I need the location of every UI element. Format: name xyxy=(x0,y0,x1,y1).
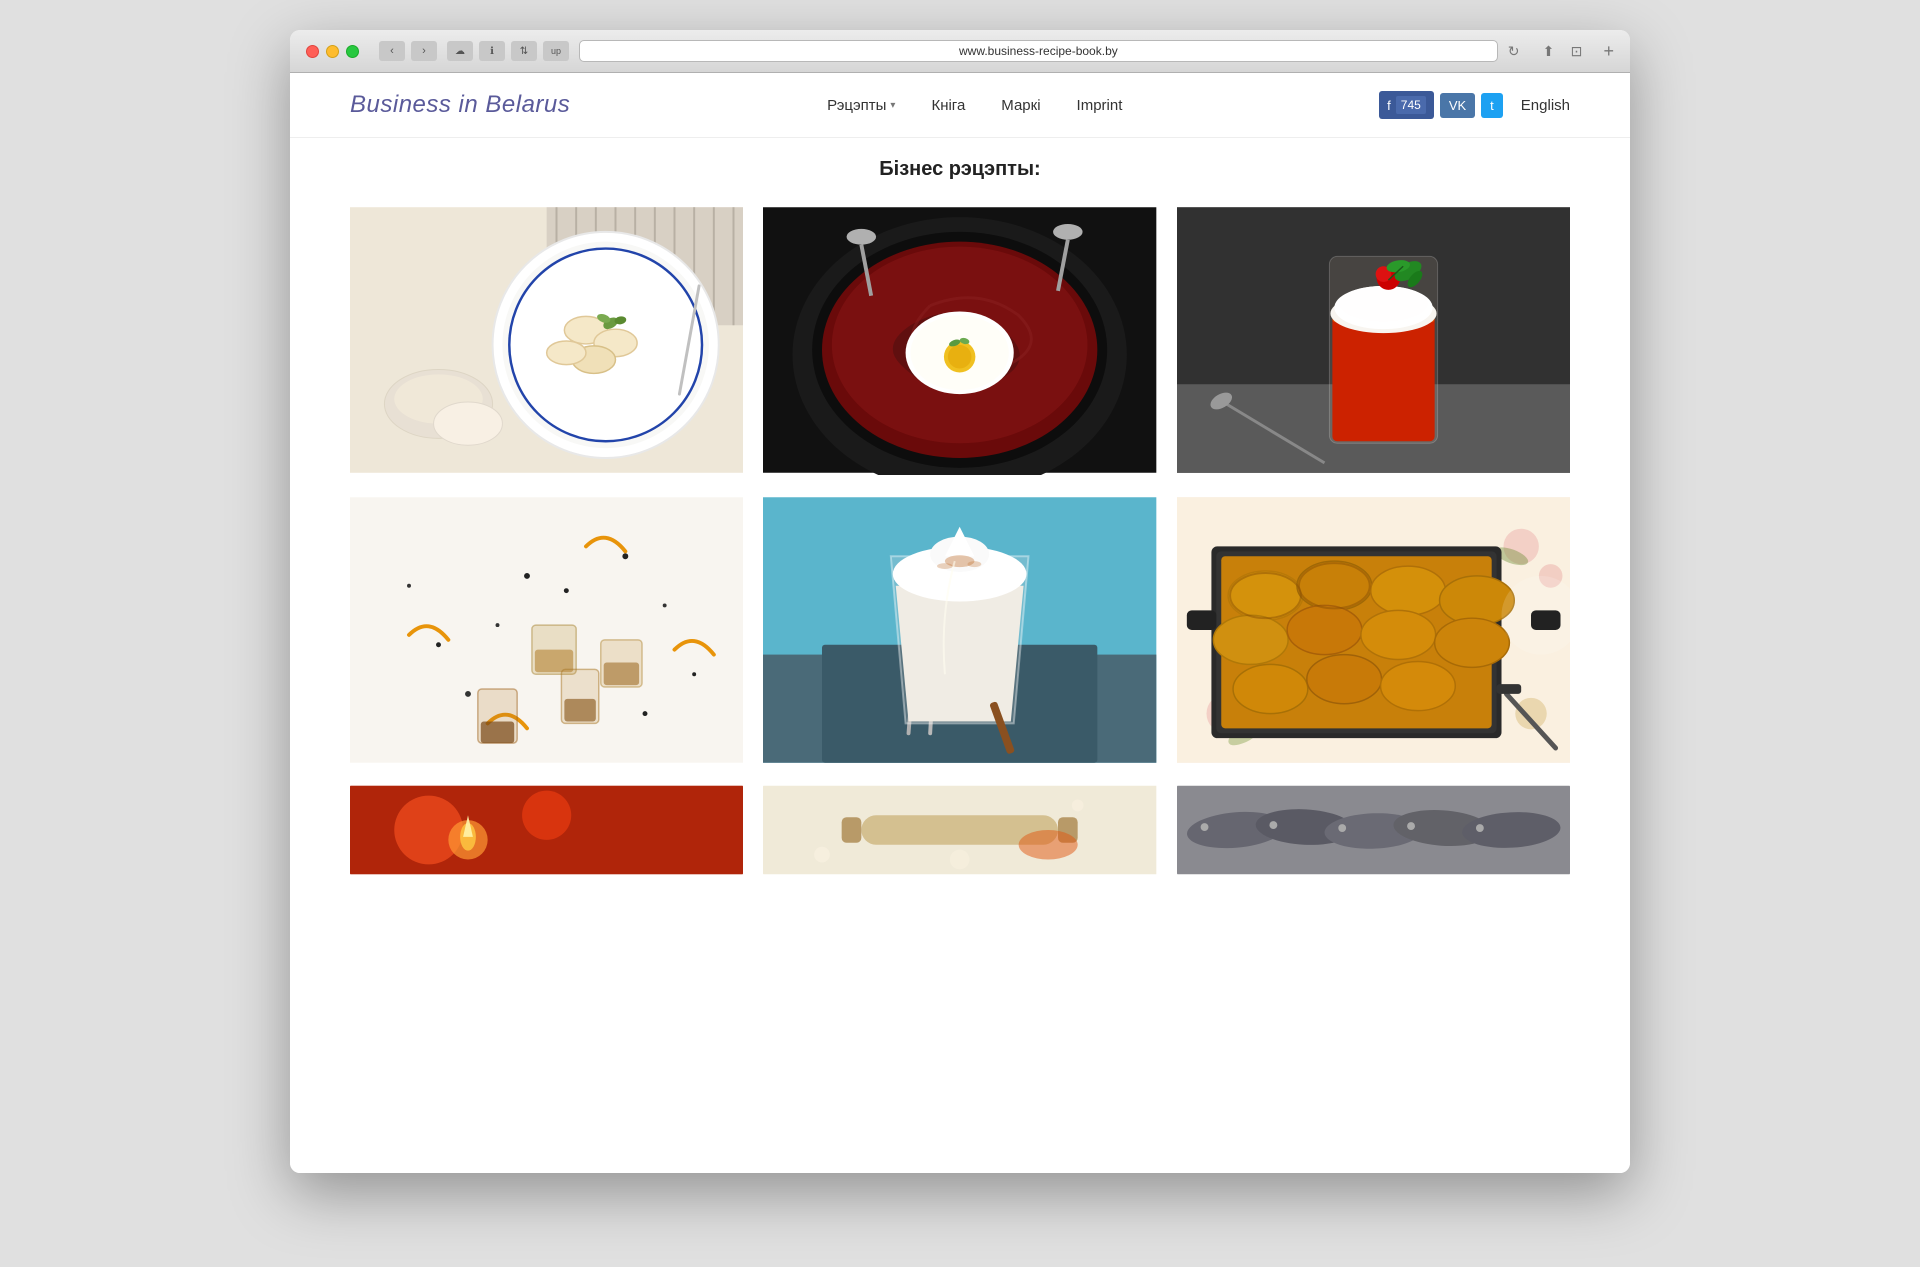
refresh-button[interactable]: ↻ xyxy=(1508,43,1520,60)
recipe-card-6[interactable] xyxy=(1177,495,1570,765)
minimize-window-button[interactable] xyxy=(326,45,339,58)
social-bar: f 745 VK t English xyxy=(1379,91,1570,119)
partial-image-2 xyxy=(763,785,1156,875)
recipe-card-3[interactable] xyxy=(1177,205,1570,475)
language-switcher[interactable]: English xyxy=(1521,97,1570,114)
recipe-grid xyxy=(350,205,1570,765)
browser-window: ‹ › ☁ ℹ ⇅ up www.business-recipe-book.by… xyxy=(290,30,1630,1173)
twitter-icon: t xyxy=(1490,98,1494,113)
twitter-button[interactable]: t xyxy=(1481,93,1503,118)
page-content: Business in Belarus Рэцэпты ▾ Кніга Марк… xyxy=(290,73,1630,1173)
site-navigation: Рэцэпты ▾ Кніга Маркі Imprint xyxy=(827,97,1122,114)
back-button[interactable]: ‹ xyxy=(379,41,405,61)
dropdown-arrow: ▾ xyxy=(890,100,895,111)
nav-imprint[interactable]: Imprint xyxy=(1077,97,1123,114)
recipe-image-2 xyxy=(763,205,1156,475)
nav-recipes[interactable]: Рэцэпты ▾ xyxy=(827,97,895,114)
main-content: Бізнес рэцэпты: xyxy=(290,138,1630,915)
partial-image-1 xyxy=(350,785,743,875)
facebook-count: 745 xyxy=(1396,96,1426,114)
nav-marks[interactable]: Маркі xyxy=(1001,97,1040,114)
forward-button[interactable]: › xyxy=(411,41,437,61)
recipe-card-5[interactable] xyxy=(763,495,1156,765)
recipe-image-6 xyxy=(1177,495,1570,765)
site-header: Business in Belarus Рэцэпты ▾ Кніга Марк… xyxy=(290,73,1630,138)
address-bar[interactable]: www.business-recipe-book.by xyxy=(579,40,1498,62)
traffic-lights xyxy=(306,45,359,58)
share-page-button[interactable]: ⬆ xyxy=(1537,41,1559,61)
vk-icon: VK xyxy=(1449,98,1466,113)
browser-extras: ☁ ℹ ⇅ up xyxy=(447,41,569,61)
close-window-button[interactable] xyxy=(306,45,319,58)
recipe-card-1[interactable] xyxy=(350,205,743,475)
nav-book[interactable]: Кніга xyxy=(931,97,965,114)
url-display: www.business-recipe-book.by xyxy=(959,44,1118,58)
recipe-image-4 xyxy=(350,495,743,765)
partial-recipe-row xyxy=(350,785,1570,875)
partial-card-3[interactable] xyxy=(1177,785,1570,875)
vk-button[interactable]: VK xyxy=(1440,93,1475,118)
recipe-image-3 xyxy=(1177,205,1570,475)
facebook-icon: f xyxy=(1387,98,1391,113)
share-button[interactable]: ⇅ xyxy=(511,41,537,61)
cloud-button[interactable]: ☁ xyxy=(447,41,473,61)
maximize-window-button[interactable] xyxy=(346,45,359,58)
browser-navigation: ‹ › xyxy=(379,41,437,61)
recipe-card-4[interactable] xyxy=(350,495,743,765)
site-logo[interactable]: Business in Belarus xyxy=(350,91,570,119)
partial-card-2[interactable] xyxy=(763,785,1156,875)
recipe-card-2[interactable] xyxy=(763,205,1156,475)
up-button[interactable]: up xyxy=(543,41,569,61)
browser-action-buttons: ⬆ ⊡ xyxy=(1537,41,1587,61)
partial-image-3 xyxy=(1177,785,1570,875)
facebook-button[interactable]: f 745 xyxy=(1379,91,1434,119)
page-title: Бізнес рэцэпты: xyxy=(350,158,1570,181)
new-tab-button[interactable]: + xyxy=(1603,41,1614,62)
info-button[interactable]: ℹ xyxy=(479,41,505,61)
browser-titlebar: ‹ › ☁ ℹ ⇅ up www.business-recipe-book.by… xyxy=(290,30,1630,73)
recipe-image-1 xyxy=(350,205,743,475)
partial-card-1[interactable] xyxy=(350,785,743,875)
recipe-image-5 xyxy=(763,495,1156,765)
reader-button[interactable]: ⊡ xyxy=(1565,41,1587,61)
